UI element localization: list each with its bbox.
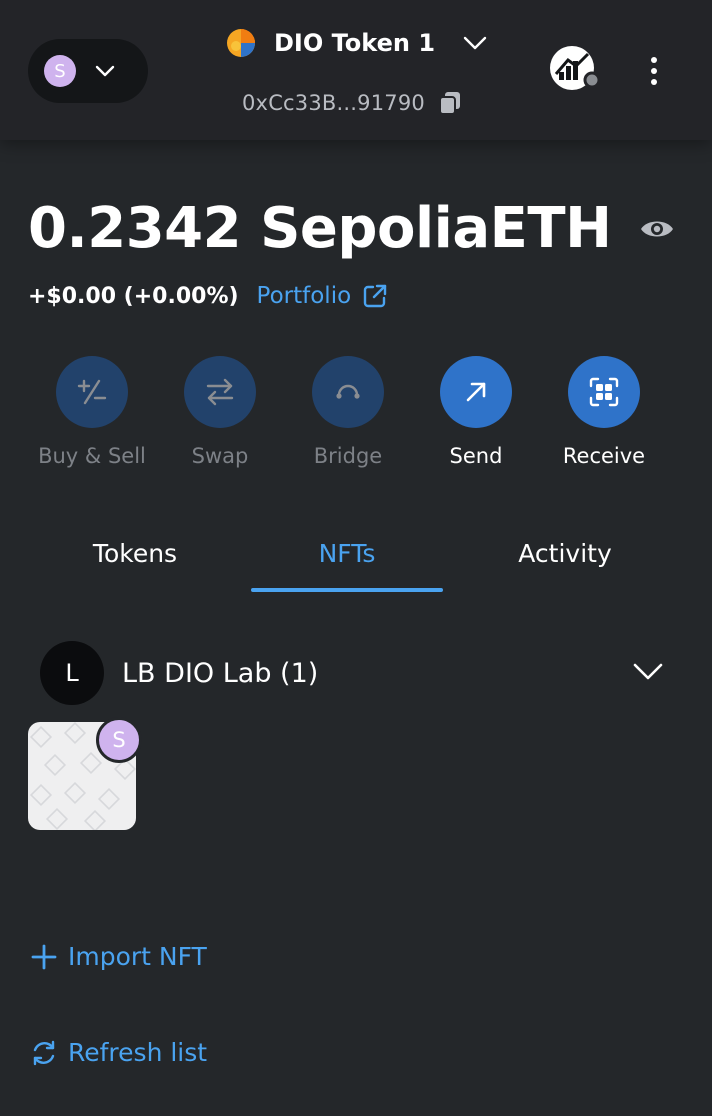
import-nft-link[interactable]: Import NFT bbox=[30, 942, 207, 971]
active-tab-indicator bbox=[251, 588, 443, 592]
copy-icon bbox=[438, 92, 460, 115]
send-label: Send bbox=[449, 444, 503, 468]
asset-tabs: Tokens NFTs Activity bbox=[28, 516, 684, 592]
chevron-down-icon bbox=[463, 36, 487, 50]
balance-change: +$0.00 (+0.00%) bbox=[28, 283, 239, 309]
nft-collection-header[interactable]: L LB DIO Lab (1) bbox=[40, 640, 670, 706]
collection-name: LB DIO Lab (1) bbox=[122, 657, 319, 689]
bridge-button[interactable]: Bridge bbox=[284, 356, 412, 468]
plus-icon bbox=[31, 944, 57, 969]
tab-tokens[interactable]: Tokens bbox=[28, 516, 242, 590]
arrow-up-right-icon bbox=[466, 382, 486, 402]
receive-label: Receive bbox=[562, 444, 646, 468]
account-avatar-icon bbox=[227, 29, 255, 57]
account-name: DIO Token 1 bbox=[274, 29, 436, 57]
buy-sell-label: Buy & Sell bbox=[38, 444, 146, 468]
chevron-down-icon bbox=[633, 663, 663, 680]
app-header: S DIO Token 1 0xCc33B...91790 bbox=[0, 0, 712, 140]
refresh-list-label: Refresh list bbox=[68, 1038, 208, 1067]
swap-button[interactable]: Swap bbox=[156, 356, 284, 468]
action-buttons: Buy & Sell Swap Bridge Send Receive bbox=[28, 356, 668, 486]
chevron-down-icon bbox=[95, 65, 115, 77]
send-circle bbox=[440, 356, 512, 428]
portfolio-link[interactable]: Portfolio bbox=[257, 282, 390, 310]
bridge-label: Bridge bbox=[313, 444, 383, 468]
portfolio-label: Portfolio bbox=[256, 283, 352, 309]
more-options-icon[interactable] bbox=[640, 52, 668, 90]
refresh-list-link[interactable]: Refresh list bbox=[30, 1038, 207, 1067]
account-address: 0xCc33B...91790 bbox=[242, 91, 425, 115]
connected-site-icon[interactable] bbox=[548, 44, 600, 96]
buy-sell-circle bbox=[56, 356, 128, 428]
balance-amount: 0.2342 SepoliaETH bbox=[28, 196, 612, 261]
swap-label: Swap bbox=[191, 444, 249, 468]
balance-change-row: +$0.00 (+0.00%) Portfolio bbox=[28, 282, 389, 310]
nft-network-badge: S bbox=[96, 717, 142, 763]
send-button[interactable]: Send bbox=[412, 356, 540, 468]
balance-section: 0.2342 SepoliaETH bbox=[28, 196, 675, 261]
receive-button[interactable]: Receive bbox=[540, 356, 668, 468]
network-picker-button[interactable]: S bbox=[28, 39, 148, 103]
buy-sell-button[interactable]: Buy & Sell bbox=[28, 356, 156, 468]
qr-scan-icon bbox=[589, 377, 619, 407]
receive-circle bbox=[568, 356, 640, 428]
import-nft-label: Import NFT bbox=[68, 942, 207, 971]
copy-address-button[interactable]: 0xCc33B...91790 bbox=[242, 90, 463, 116]
bridge-circle bbox=[312, 356, 384, 428]
refresh-icon bbox=[33, 1040, 55, 1065]
tab-activity[interactable]: Activity bbox=[452, 516, 678, 590]
collection-avatar: L bbox=[40, 641, 104, 705]
swap-circle bbox=[184, 356, 256, 428]
eye-icon[interactable] bbox=[639, 215, 675, 243]
bridge-icon bbox=[336, 384, 360, 399]
swap-arrows-icon bbox=[206, 378, 234, 406]
tab-nfts[interactable]: NFTs bbox=[251, 516, 443, 590]
external-link-icon bbox=[363, 284, 387, 308]
account-picker-button[interactable]: DIO Token 1 bbox=[226, 28, 487, 58]
plus-minus-icon bbox=[77, 379, 107, 405]
network-avatar: S bbox=[44, 55, 76, 87]
